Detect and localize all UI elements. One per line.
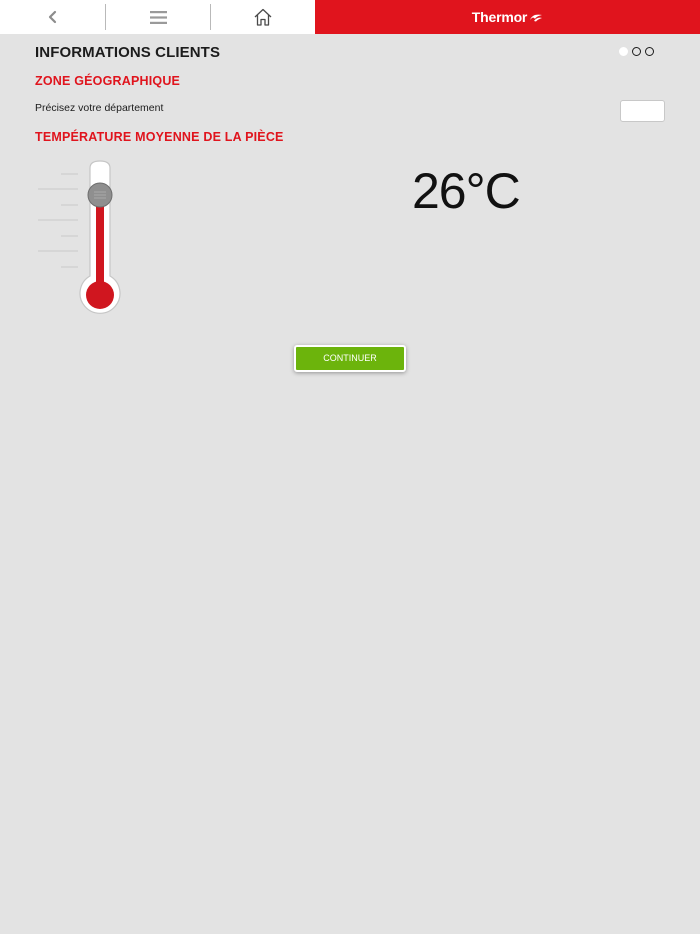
step-dot-active — [619, 47, 628, 56]
thermometer-slider[interactable] — [35, 158, 125, 323]
back-button[interactable] — [0, 0, 105, 34]
step-indicator — [619, 47, 654, 56]
chevron-left-icon — [48, 10, 56, 24]
top-navigation-bar: Thermor — [0, 0, 700, 34]
home-button[interactable] — [211, 0, 315, 34]
thermometer-bulb — [86, 281, 114, 309]
thermometer-slider-icon — [38, 160, 121, 314]
temperature-heading: TEMPÉRATURE MOYENNE DE LA PIÈCE — [35, 130, 284, 144]
thermometer-scale — [38, 173, 78, 268]
department-label: Précisez votre département — [35, 102, 164, 114]
zone-heading: ZONE GÉOGRAPHIQUE — [35, 74, 181, 88]
menu-button[interactable] — [106, 0, 210, 34]
home-icon — [254, 8, 272, 26]
slider-handle[interactable] — [87, 182, 113, 208]
temperature-value: 26°C — [412, 163, 521, 219]
step-dot — [632, 47, 641, 56]
department-input[interactable] — [620, 100, 665, 122]
continue-button[interactable]: CONTINUER — [294, 345, 406, 372]
brand-name: Thermor — [471, 9, 528, 25]
brand-swirl-icon — [530, 14, 543, 21]
mercury-column — [96, 195, 104, 290]
step-dot — [645, 47, 654, 56]
brand-logo: Thermor — [315, 0, 700, 34]
nav-button-group — [0, 0, 315, 34]
hamburger-menu-icon — [149, 10, 167, 24]
page-title: INFORMATIONS CLIENTS — [35, 44, 221, 61]
